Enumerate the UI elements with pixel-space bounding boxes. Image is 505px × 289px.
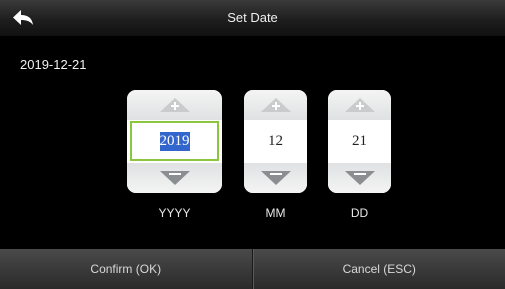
day-label: DD <box>350 206 369 220</box>
year-increment-button[interactable] <box>127 90 222 120</box>
month-increment-button[interactable] <box>244 90 307 120</box>
confirm-button[interactable]: Confirm (OK) <box>0 249 253 289</box>
minus-icon <box>260 171 291 185</box>
page-title: Set Date <box>227 10 278 25</box>
day-decrement-button[interactable] <box>328 163 391 193</box>
year-decrement-button[interactable] <box>127 163 222 193</box>
year-label: YYYY <box>158 206 191 220</box>
minus-icon <box>344 171 375 185</box>
plus-icon <box>344 98 375 112</box>
current-date-text: 2019-12-21 <box>20 57 87 72</box>
day-increment-button[interactable] <box>328 90 391 120</box>
year-field[interactable]: 2019 <box>130 121 219 161</box>
month-label: MM <box>265 206 286 220</box>
day-spinner: 21 <box>328 90 391 193</box>
title-bar: Set Date <box>0 0 505 37</box>
month-decrement-button[interactable] <box>244 163 307 193</box>
year-spinner: 2019 <box>127 90 222 193</box>
plus-icon <box>260 98 291 112</box>
month-field[interactable]: 12 <box>244 120 307 163</box>
month-value: 12 <box>268 133 283 149</box>
cancel-button[interactable]: Cancel (ESC) <box>252 249 505 289</box>
month-spinner: 12 <box>244 90 307 193</box>
year-value: 2019 <box>159 131 190 151</box>
plus-icon <box>159 98 190 112</box>
action-bar: Confirm (OK) Cancel (ESC) <box>0 249 505 289</box>
day-field[interactable]: 21 <box>328 120 391 163</box>
minus-icon <box>159 171 190 185</box>
day-value: 21 <box>352 133 367 149</box>
